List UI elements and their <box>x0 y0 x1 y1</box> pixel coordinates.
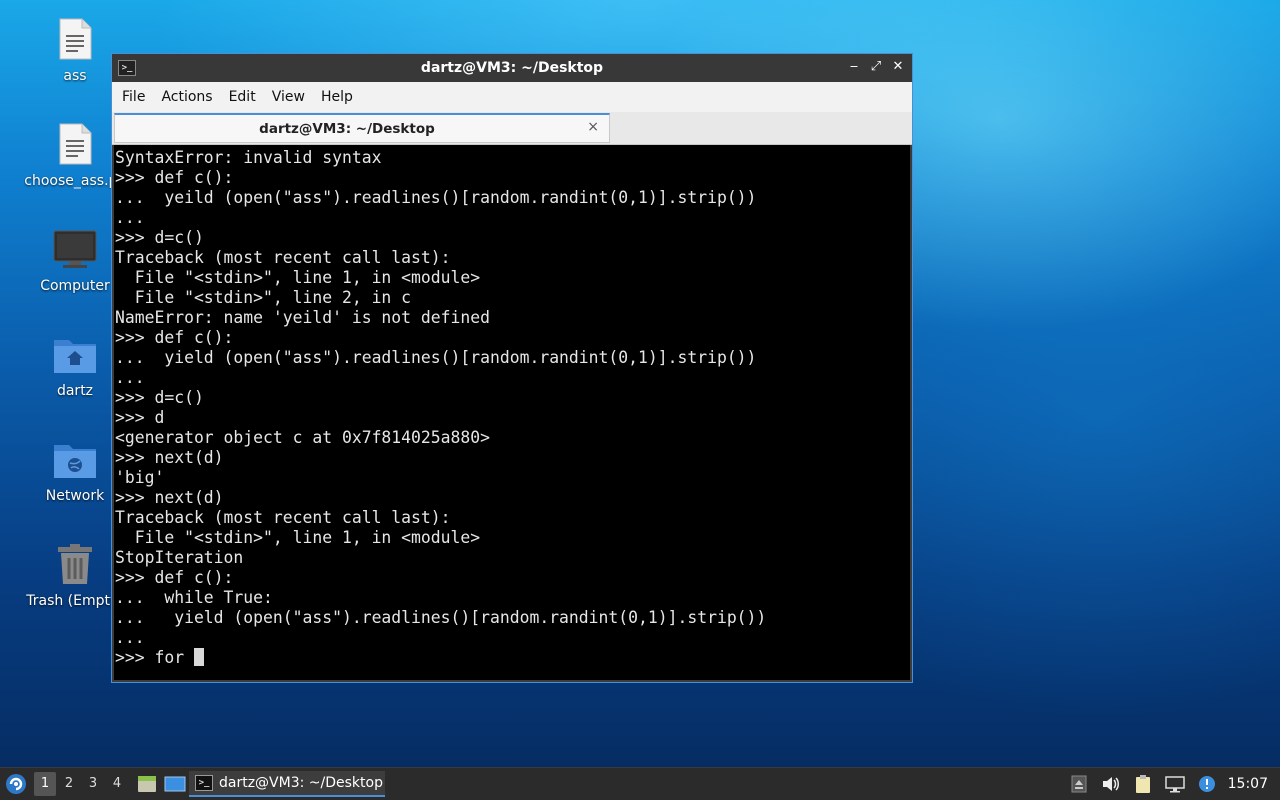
clock[interactable]: 15:07 <box>1228 776 1268 792</box>
terminal-line: >>> def c(): <box>115 168 234 187</box>
terminal-line: SyntaxError: invalid syntax <box>115 148 382 167</box>
menu-help[interactable]: Help <box>321 89 363 105</box>
tab-bar: dartz@VM3: ~/Desktop × <box>112 112 912 145</box>
workspace-2[interactable]: 2 <box>58 772 80 796</box>
menu-file[interactable]: File <box>122 89 155 105</box>
terminal-line: File "<stdin>", line 2, in c <box>115 288 412 307</box>
terminal-line: NameError: name 'yeild' is not defined <box>115 308 490 327</box>
desktop-icon-label: dartz <box>56 383 94 399</box>
window-titlebar[interactable]: >_ dartz@VM3: ~/Desktop ‒ ⤢ ✕ <box>112 54 912 82</box>
workspace-3[interactable]: 3 <box>82 772 104 796</box>
tab-title: dartz@VM3: ~/Desktop <box>259 121 435 137</box>
terminal-line: File "<stdin>", line 1, in <module> <box>115 268 481 287</box>
menu-view[interactable]: View <box>272 89 315 105</box>
text-cursor <box>193 648 204 666</box>
terminal-line: Traceback (most recent call last): <box>115 248 451 267</box>
terminal-app-icon[interactable]: >_ <box>118 60 136 76</box>
taskbar-task-label: dartz@VM3: ~/Desktop <box>219 775 383 791</box>
terminal-line: >>> def c(): <box>115 568 234 587</box>
terminal-line: >>> next(d) <box>115 488 224 507</box>
terminal-line: ... <box>115 628 145 647</box>
workspace-1[interactable]: 1 <box>34 772 56 796</box>
desktop-icon-label: Computer <box>40 278 110 294</box>
terminal-line: ... <box>115 368 145 387</box>
terminal-icon: >_ <box>195 775 213 791</box>
clipboard-icon[interactable] <box>1132 773 1154 795</box>
terminal-line: >>> next(d) <box>115 448 224 467</box>
home-folder-icon <box>53 331 97 377</box>
update-notifier-icon[interactable] <box>1196 773 1218 795</box>
terminal-line: <generator object c at 0x7f814025a880> <box>115 428 490 447</box>
desktop-icon-label: ass <box>63 68 87 84</box>
computer-icon <box>53 226 97 272</box>
terminal-line: ... yield (open("ass").readlines()[rando… <box>115 608 767 627</box>
tab-close-icon[interactable]: × <box>587 119 599 135</box>
workspace-4[interactable]: 4 <box>106 772 128 796</box>
terminal-line: 'big' <box>115 468 165 487</box>
window-title: dartz@VM3: ~/Desktop <box>420 60 604 76</box>
menu-edit[interactable]: Edit <box>229 89 266 105</box>
menubar: File Actions Edit View Help <box>112 82 912 112</box>
terminal-line: StopIteration <box>115 548 244 567</box>
network-icon[interactable] <box>1164 773 1186 795</box>
terminal-line: >>> d=c() <box>115 388 204 407</box>
maximize-icon[interactable]: ⤢ <box>868 58 884 76</box>
trash-icon <box>53 541 97 587</box>
terminal-line: ... yield (open("ass").readlines()[rando… <box>115 348 757 367</box>
terminal-line: Traceback (most recent call last): <box>115 508 451 527</box>
terminal-line: File "<stdin>", line 1, in <module> <box>115 528 481 547</box>
text-file-icon <box>53 16 97 62</box>
desktop-icon-label: Network <box>45 488 105 504</box>
minimize-icon[interactable]: ‒ <box>846 58 862 76</box>
terminal-line: ... yeild (open("ass").readlines()[rando… <box>115 188 757 207</box>
volume-icon[interactable] <box>1100 773 1122 795</box>
text-file-icon <box>53 121 97 167</box>
terminal-line: >>> d=c() <box>115 228 204 247</box>
terminal-line: >>> def c(): <box>115 328 234 347</box>
terminal-prompt-line[interactable]: >>> for <box>115 648 910 668</box>
menu-actions[interactable]: Actions <box>161 89 222 105</box>
taskbar-task-terminal[interactable]: >_ dartz@VM3: ~/Desktop <box>189 771 385 797</box>
close-icon[interactable]: ✕ <box>890 58 906 76</box>
desktop-icon-label: Trash (Empty) <box>26 593 124 609</box>
terminal-window: >_ dartz@VM3: ~/Desktop ‒ ⤢ ✕ File Actio… <box>111 53 913 683</box>
window-controls: ‒ ⤢ ✕ <box>846 58 906 76</box>
prompt-text: >>> for <box>115 648 194 667</box>
eject-icon[interactable] <box>1068 773 1090 795</box>
tab-terminal[interactable]: dartz@VM3: ~/Desktop × <box>114 113 610 143</box>
terminal-line: ... while True: <box>115 588 273 607</box>
system-tray: 15:07 <box>1068 768 1280 800</box>
terminal-line: >>> d <box>115 408 165 427</box>
start-menu-button[interactable] <box>0 768 32 800</box>
terminal-output[interactable]: SyntaxError: invalid syntax >>> def c():.… <box>114 145 910 680</box>
terminal-lines: SyntaxError: invalid syntax >>> def c():.… <box>114 145 910 668</box>
taskbar: 1 2 3 4 >_ dartz@VM3: ~/Desktop 15:07 <box>0 767 1280 800</box>
file-manager-launcher-icon[interactable] <box>136 773 158 795</box>
app-menu-icon <box>6 774 26 794</box>
show-desktop-icon[interactable] <box>164 773 186 795</box>
terminal-line: ... <box>115 208 145 227</box>
network-folder-icon <box>53 436 97 482</box>
